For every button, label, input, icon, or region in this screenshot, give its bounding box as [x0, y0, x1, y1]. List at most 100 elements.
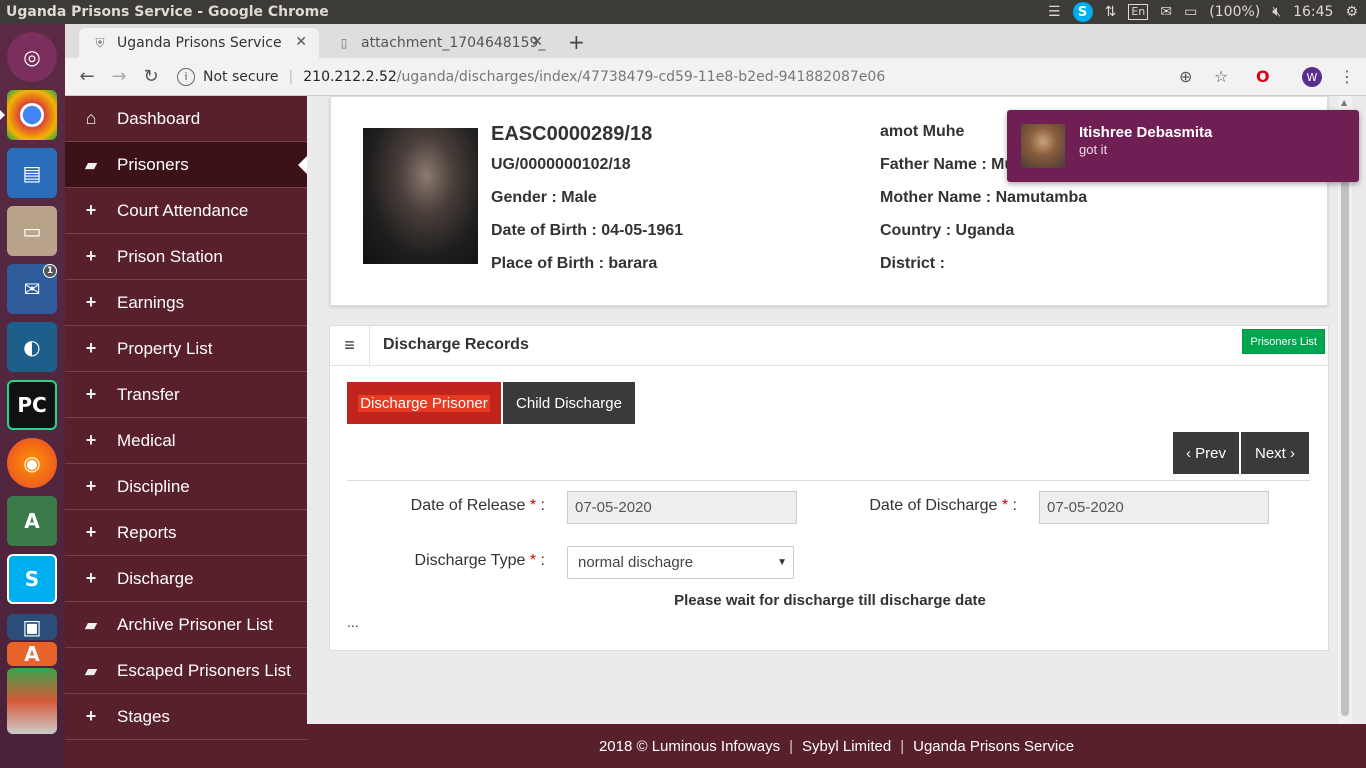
- close-tab-icon[interactable]: ✕: [295, 34, 307, 50]
- tab-strip: ⛨ Uganda Prisons Service ✕ ▯ attachment_…: [65, 24, 1366, 58]
- tab-title: Uganda Prisons Service: [117, 35, 282, 51]
- info-icon[interactable]: i: [177, 68, 195, 86]
- discharge-type-label: Discharge Type * :: [370, 552, 545, 570]
- url-host[interactable]: 210.212.2.52: [303, 69, 397, 85]
- volume-muted-icon[interactable]: 🔇︎: [1272, 4, 1281, 20]
- footer-org[interactable]: Uganda Prisons Service: [913, 738, 1074, 755]
- sidebar-item-earnings[interactable]: + Earnings: [65, 280, 307, 326]
- tab-attachment[interactable]: ▯ attachment_1704648159_ ✕: [323, 28, 555, 58]
- mother-name: Mother Name : Namutamba: [880, 189, 1088, 206]
- back-arrow-icon[interactable]: ←: [77, 66, 97, 87]
- sidebar-item-medical[interactable]: + Medical: [65, 418, 307, 464]
- firefox-icon[interactable]: ◉: [7, 438, 57, 488]
- required-mark: *: [529, 497, 537, 514]
- prisoners-list-button[interactable]: Prisoners List: [1242, 329, 1325, 354]
- clock[interactable]: 16:45: [1293, 4, 1333, 20]
- sidebar-item-reports[interactable]: + Reports: [65, 510, 307, 556]
- mail-icon[interactable]: ✉: [1160, 4, 1172, 20]
- prisoner-number: EASC0000289/18: [491, 123, 653, 145]
- prisoner-photo: [363, 128, 478, 264]
- security-label[interactable]: Not secure: [203, 69, 279, 85]
- plus-icon: +: [85, 246, 97, 266]
- sidebar-item-label: Dashboard: [117, 108, 201, 128]
- sidebar-item-transfer[interactable]: + Transfer: [65, 372, 307, 418]
- place-of-birth: Place of Birth : barara: [491, 255, 658, 272]
- prev-button[interactable]: ‹ Prev: [1173, 432, 1239, 474]
- tab-uganda-prisons[interactable]: ⛨ Uganda Prisons Service ✕: [79, 28, 319, 58]
- profile-avatar[interactable]: W: [1302, 67, 1322, 87]
- software-center-icon[interactable]: A: [7, 642, 57, 666]
- sidebar-item-label: Discipline: [117, 476, 190, 496]
- plus-icon: +: [85, 200, 97, 220]
- discharge-prisoner-tab[interactable]: Discharge Prisoner: [347, 382, 501, 424]
- footer-separator: |: [900, 737, 905, 755]
- forward-arrow-icon[interactable]: →: [109, 66, 129, 87]
- unity-launcher: ◎ ▤ ▭ ✉ 1 ◐ PC ◉ A S ▣ A: [0, 24, 65, 768]
- url-path[interactable]: /uganda/discharges/index/47738479-cd59-1…: [397, 69, 885, 85]
- kebab-menu-icon[interactable]: ⋮: [1339, 67, 1355, 86]
- sidebar-item-court-attendance[interactable]: + Court Attendance: [65, 188, 307, 234]
- chat-notification[interactable]: Itishree Debasmita got it: [1007, 110, 1359, 182]
- scroll-up-arrow-icon[interactable]: ▲: [1341, 98, 1347, 107]
- sidebar-item-escaped-prisoners-list[interactable]: ▰ Escaped Prisoners List: [65, 648, 307, 694]
- sidebar-item-prison-station[interactable]: + Prison Station: [65, 234, 307, 280]
- sidebar-item-label: Archive Prisoner List: [117, 614, 273, 634]
- sidebar-item-discipline[interactable]: + Discipline: [65, 464, 307, 510]
- sidebar-item-stages[interactable]: + Stages: [65, 694, 307, 740]
- chrome-icon[interactable]: [0, 90, 57, 140]
- discharge-records-panel: ≡ Discharge Records Prisoners List Disch…: [329, 325, 1329, 651]
- plus-icon: +: [85, 522, 97, 542]
- bookmark-star-icon[interactable]: ☆: [1214, 67, 1228, 86]
- sidebar-item-label: Stages: [117, 706, 170, 726]
- footer-company[interactable]: Sybyl Limited: [802, 738, 891, 755]
- selected-option: normal dischagre: [578, 554, 694, 571]
- battery-icon[interactable]: ▭: [1184, 4, 1197, 20]
- sidebar-item-property-list[interactable]: + Property List: [65, 326, 307, 372]
- network-icon[interactable]: ⇅: [1105, 4, 1117, 20]
- trash-stack-icon[interactable]: [7, 668, 57, 734]
- reload-icon[interactable]: ↻: [141, 66, 161, 87]
- thunderbird-icon[interactable]: ✉ 1: [7, 264, 57, 314]
- libreoffice-writer-icon[interactable]: ▤: [7, 148, 57, 198]
- files-icon[interactable]: ▭: [7, 206, 57, 256]
- sidebar-item-label: Transfer: [117, 384, 180, 404]
- settings-gear-icon[interactable]: ⚙: [1345, 4, 1358, 20]
- sidebar-item-archive-prisoner-list[interactable]: ▰ Archive Prisoner List: [65, 602, 307, 648]
- sidebar-item-label: Discharge: [117, 568, 194, 588]
- label-colon: :: [1012, 497, 1017, 514]
- zoom-icon[interactable]: ⊕: [1179, 67, 1192, 86]
- ubuntu-dash-icon[interactable]: ◎: [7, 32, 57, 82]
- address-bar[interactable]: i Not secure | 210.212.2.52 /uganda/disc…: [177, 62, 1247, 92]
- android-studio-icon[interactable]: A: [7, 496, 57, 546]
- new-tab-plus-icon[interactable]: +: [568, 30, 585, 54]
- keyboard-layout-indicator[interactable]: En: [1128, 4, 1149, 20]
- notification-message: got it: [1079, 142, 1108, 157]
- hamburger-menu-icon[interactable]: ≡: [330, 326, 370, 365]
- opera-extension-icon[interactable]: O: [1256, 67, 1270, 86]
- folder-open-icon: ▰: [85, 156, 97, 174]
- release-date-label: Date of Release * :: [370, 497, 545, 515]
- sidebar-item-prisoners[interactable]: ▰ Prisoners: [65, 142, 307, 188]
- mysql-workbench-icon[interactable]: ◐: [7, 322, 57, 372]
- discharge-type-select[interactable]: normal dischagre ▼: [567, 546, 794, 579]
- skype-icon[interactable]: S: [7, 554, 57, 604]
- sidebar-item-discharge[interactable]: + Discharge: [65, 556, 307, 602]
- sender-avatar: [1021, 124, 1065, 168]
- sidebar-item-dashboard[interactable]: ⌂ Dashboard: [65, 96, 307, 142]
- child-discharge-tab[interactable]: Child Discharge: [503, 382, 635, 424]
- skype-tray-icon[interactable]: S: [1072, 2, 1093, 22]
- discharge-date-input[interactable]: 07-05-2020: [1039, 491, 1269, 524]
- release-date-input[interactable]: 07-05-2020: [567, 491, 797, 524]
- next-button[interactable]: Next ›: [1241, 432, 1309, 474]
- scrollbar-thumb[interactable]: [1341, 110, 1349, 716]
- menu-icon[interactable]: ☰: [1048, 4, 1061, 20]
- footer-copyright[interactable]: 2018 © Luminous Infoways: [599, 738, 780, 755]
- pycharm-icon[interactable]: PC: [7, 380, 57, 430]
- close-tab-icon[interactable]: ✕: [531, 34, 543, 50]
- sidebar-item-label: Property List: [117, 338, 213, 358]
- page-scrollbar[interactable]: ▲: [1338, 96, 1352, 724]
- footer-separator: |: [789, 737, 794, 755]
- virtualbox-icon[interactable]: ▣: [7, 614, 57, 640]
- sidebar-item-label: Escaped Prisoners List: [117, 660, 291, 680]
- tab-title: attachment_1704648159_: [361, 35, 546, 51]
